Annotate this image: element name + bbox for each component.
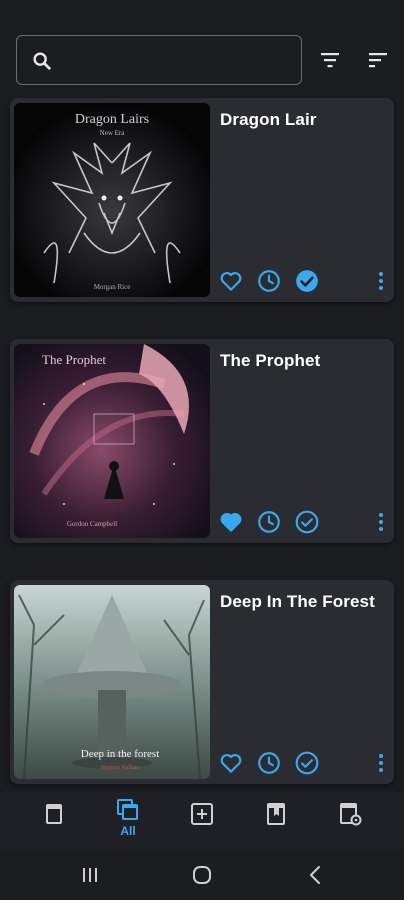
stack-icon bbox=[117, 799, 138, 820]
search-icon bbox=[31, 50, 53, 72]
search-box[interactable] bbox=[16, 35, 302, 85]
system-navigation-bar bbox=[0, 850, 404, 900]
filter-icon[interactable] bbox=[318, 48, 342, 72]
add-box-icon bbox=[191, 803, 213, 825]
book-card[interactable]: Deep in the forest Stephen Kellino Deep … bbox=[10, 580, 394, 784]
cover-title: Deep in the forest bbox=[81, 748, 160, 760]
book-cover[interactable]: The Prophet Gordon Campbell bbox=[14, 344, 210, 538]
nav-all-label: All bbox=[120, 824, 136, 838]
book-cover[interactable]: Dragon Lairs New Era Morgan Rice bbox=[14, 103, 210, 297]
book-actions bbox=[218, 750, 388, 776]
nav-library[interactable] bbox=[24, 800, 84, 846]
nav-all[interactable]: All bbox=[98, 796, 158, 842]
check-circle-icon[interactable] bbox=[294, 268, 320, 294]
book-actions bbox=[218, 509, 388, 535]
cover-title: Dragon Lairs bbox=[75, 112, 149, 127]
heart-icon[interactable] bbox=[218, 268, 244, 294]
book-title[interactable]: Dragon Lair bbox=[220, 110, 317, 130]
recent-apps-icon[interactable] bbox=[78, 864, 102, 886]
book-card[interactable]: The Prophet Gordon Campbell The Prophet bbox=[10, 339, 394, 543]
book-title[interactable]: Deep In The Forest bbox=[220, 592, 375, 612]
bookmark-book-icon bbox=[267, 803, 285, 825]
cover-author: Stephen Kellino bbox=[101, 765, 140, 771]
book-icon bbox=[46, 804, 62, 824]
nav-reading[interactable] bbox=[246, 800, 306, 846]
cover-author: Morgan Rice bbox=[94, 283, 131, 291]
more-vert-icon[interactable] bbox=[368, 268, 383, 294]
cover-title: The Prophet bbox=[42, 352, 106, 367]
book-title[interactable]: The Prophet bbox=[220, 351, 320, 371]
sort-icon[interactable] bbox=[366, 48, 390, 72]
bottom-navigation: All bbox=[0, 792, 404, 850]
clock-icon[interactable] bbox=[256, 509, 282, 535]
check-circle-icon[interactable] bbox=[294, 750, 320, 776]
check-circle-icon[interactable] bbox=[294, 509, 320, 535]
nav-archive[interactable] bbox=[320, 800, 380, 846]
more-vert-icon[interactable] bbox=[368, 750, 383, 776]
cover-author: Gordon Campbell bbox=[67, 520, 117, 528]
book-actions bbox=[218, 268, 388, 294]
cover-subtitle: New Era bbox=[100, 129, 126, 137]
home-icon[interactable] bbox=[190, 864, 214, 886]
search-input[interactable] bbox=[65, 44, 290, 78]
book-card[interactable]: Dragon Lairs New Era Morgan Rice Dragon … bbox=[10, 98, 394, 302]
heart-icon[interactable] bbox=[218, 509, 244, 535]
book-cover[interactable]: Deep in the forest Stephen Kellino bbox=[14, 585, 210, 779]
back-icon[interactable] bbox=[304, 864, 328, 886]
book-settings-icon bbox=[340, 803, 362, 826]
clock-icon[interactable] bbox=[256, 750, 282, 776]
top-bar bbox=[16, 35, 388, 85]
more-vert-icon[interactable] bbox=[368, 509, 383, 535]
nav-add[interactable] bbox=[172, 800, 232, 846]
heart-icon[interactable] bbox=[218, 750, 244, 776]
clock-icon[interactable] bbox=[256, 268, 282, 294]
